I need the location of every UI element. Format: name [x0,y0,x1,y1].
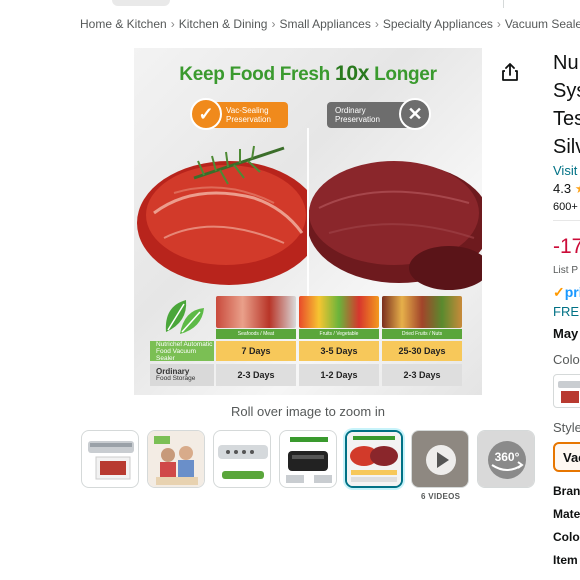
thumbnail-machine-features[interactable] [279,430,337,488]
ordinary-value: 1-2 Days [299,364,379,386]
vac-sealing-badge: ✓ Vac-Sealing Preservation [190,98,288,130]
x-icon: ✕ [399,98,431,130]
ordinary-value: 2-3 Days [216,364,296,386]
column-caption: Fruits / Vegetable [299,329,379,339]
ordinary-badge: ✕ Ordinary Preservation [327,98,431,130]
thumbnail-sealer-panel[interactable] [213,430,271,488]
vac-value: 7 Days [216,341,296,361]
header-divider [503,0,504,8]
vac-label-2: Preservation [226,115,271,124]
product-title-line: Sys [553,80,580,102]
fresh-steak-image [134,143,307,298]
ordinary-value: 2-3 Days [382,364,462,386]
breadcrumb-separator: › [170,17,175,31]
thumbnail-video[interactable] [411,430,469,488]
breadcrumb: Home & Kitchen › Kitchen & Dining › Small Ap… [80,17,580,31]
list-price-label: List P [553,265,579,276]
headline-pre: Keep Food Fresh [179,64,335,85]
product-info-column: Nu Sys Tes Silv Visit 4.3 ★ 600+ -17 Lis… [553,0,580,580]
product-title-line: Tes [553,108,580,130]
vac-row-label-2: Food Vacuum Sealer [156,347,196,362]
vac-row-label: Nutrichef Automatic Food Vacuum Sealer [150,340,214,362]
share-icon[interactable] [500,62,520,82]
breadcrumb-link[interactable]: Specialty Appliances [383,17,493,31]
thumbnail-family-lifestyle[interactable] [147,430,205,488]
breadcrumb-separator: › [374,17,379,31]
leaf-icon [165,300,204,334]
image-headline: Keep Food Fresh 10x Longer [134,62,482,86]
ord-row-label-2: Food Storage [156,375,196,382]
fruit-food-image [299,296,379,328]
ord-row-label-1: Ordinary [156,367,190,376]
headline-post: Longer [369,64,437,85]
brand-store-link[interactable]: Visit [553,163,577,178]
ordinary-row-label: Ordinary Food Storage [150,364,214,386]
breadcrumb-separator: › [496,17,501,31]
product-title-line: Silv [553,136,580,158]
swatch-image [558,381,580,388]
videos-count: 6 VIDEOS [421,492,461,501]
freshness-table: Seafoods / Meat Fruits / Vegetable Dried… [142,296,474,392]
free-delivery: FREE [553,304,580,319]
style-label: Style [553,420,580,435]
style-option-button[interactable]: Vac [553,442,580,472]
breadcrumb-link[interactable]: Home & Kitchen [80,17,167,31]
column-caption: Dried Fruits / Nuts [382,329,462,339]
header-fragment [112,0,170,6]
swatch-image-base [561,391,579,403]
thumbnail-360-view[interactable]: 360° [477,430,535,488]
rating-value: 4.3 ★ [553,181,580,197]
color-swatch[interactable] [553,374,580,408]
vac-value: 25-30 Days [382,341,462,361]
spec-label: Item [553,553,578,567]
vac-label-1: Vac-Sealing [226,106,269,115]
thumbnail-food-fresh-chart[interactable] [345,430,403,488]
breadcrumb-link[interactable]: Kitchen & Dining [179,17,268,31]
column-caption: Seafoods / Meat [216,329,296,339]
meat-food-image [216,296,296,328]
prime-badge: ✓pri [553,284,580,301]
star-icon: ★ [571,181,580,196]
ordinary-steak-image [309,128,482,298]
rating-number: 4.3 [553,181,572,196]
bought-count: 600+ [553,201,578,213]
spec-label: Bran [553,484,580,498]
vac-value: 3-5 Days [299,341,379,361]
breadcrumb-separator: › [271,17,276,31]
product-title-line: Nu [553,52,579,74]
zoom-hint: Roll over image to zoom in [231,404,385,419]
style-option-label: Vac [563,450,580,465]
spec-label: Mate [553,507,580,521]
spec-label: Colo [553,530,580,544]
vac-row-label-1: Nutrichef Automatic [156,340,213,348]
color-label: Colo [553,352,580,367]
check-icon: ✓ [553,284,565,300]
top-strip [0,0,580,8]
delivery-date: May [553,326,579,341]
divider [553,220,580,221]
thumbnail-product-photo[interactable] [81,430,139,488]
breadcrumb-link[interactable]: Small Appliances [279,17,370,31]
prime-text: pri [564,284,580,300]
check-icon: ✓ [190,98,222,130]
nuts-food-image [382,296,462,328]
headline-emph: 10x [334,62,370,85]
discount-percent: -17 [553,235,580,258]
main-product-image[interactable]: Keep Food Fresh 10x Longer ✓ Vac-Sealing… [134,48,482,395]
view-360-label: 360° [495,450,520,464]
